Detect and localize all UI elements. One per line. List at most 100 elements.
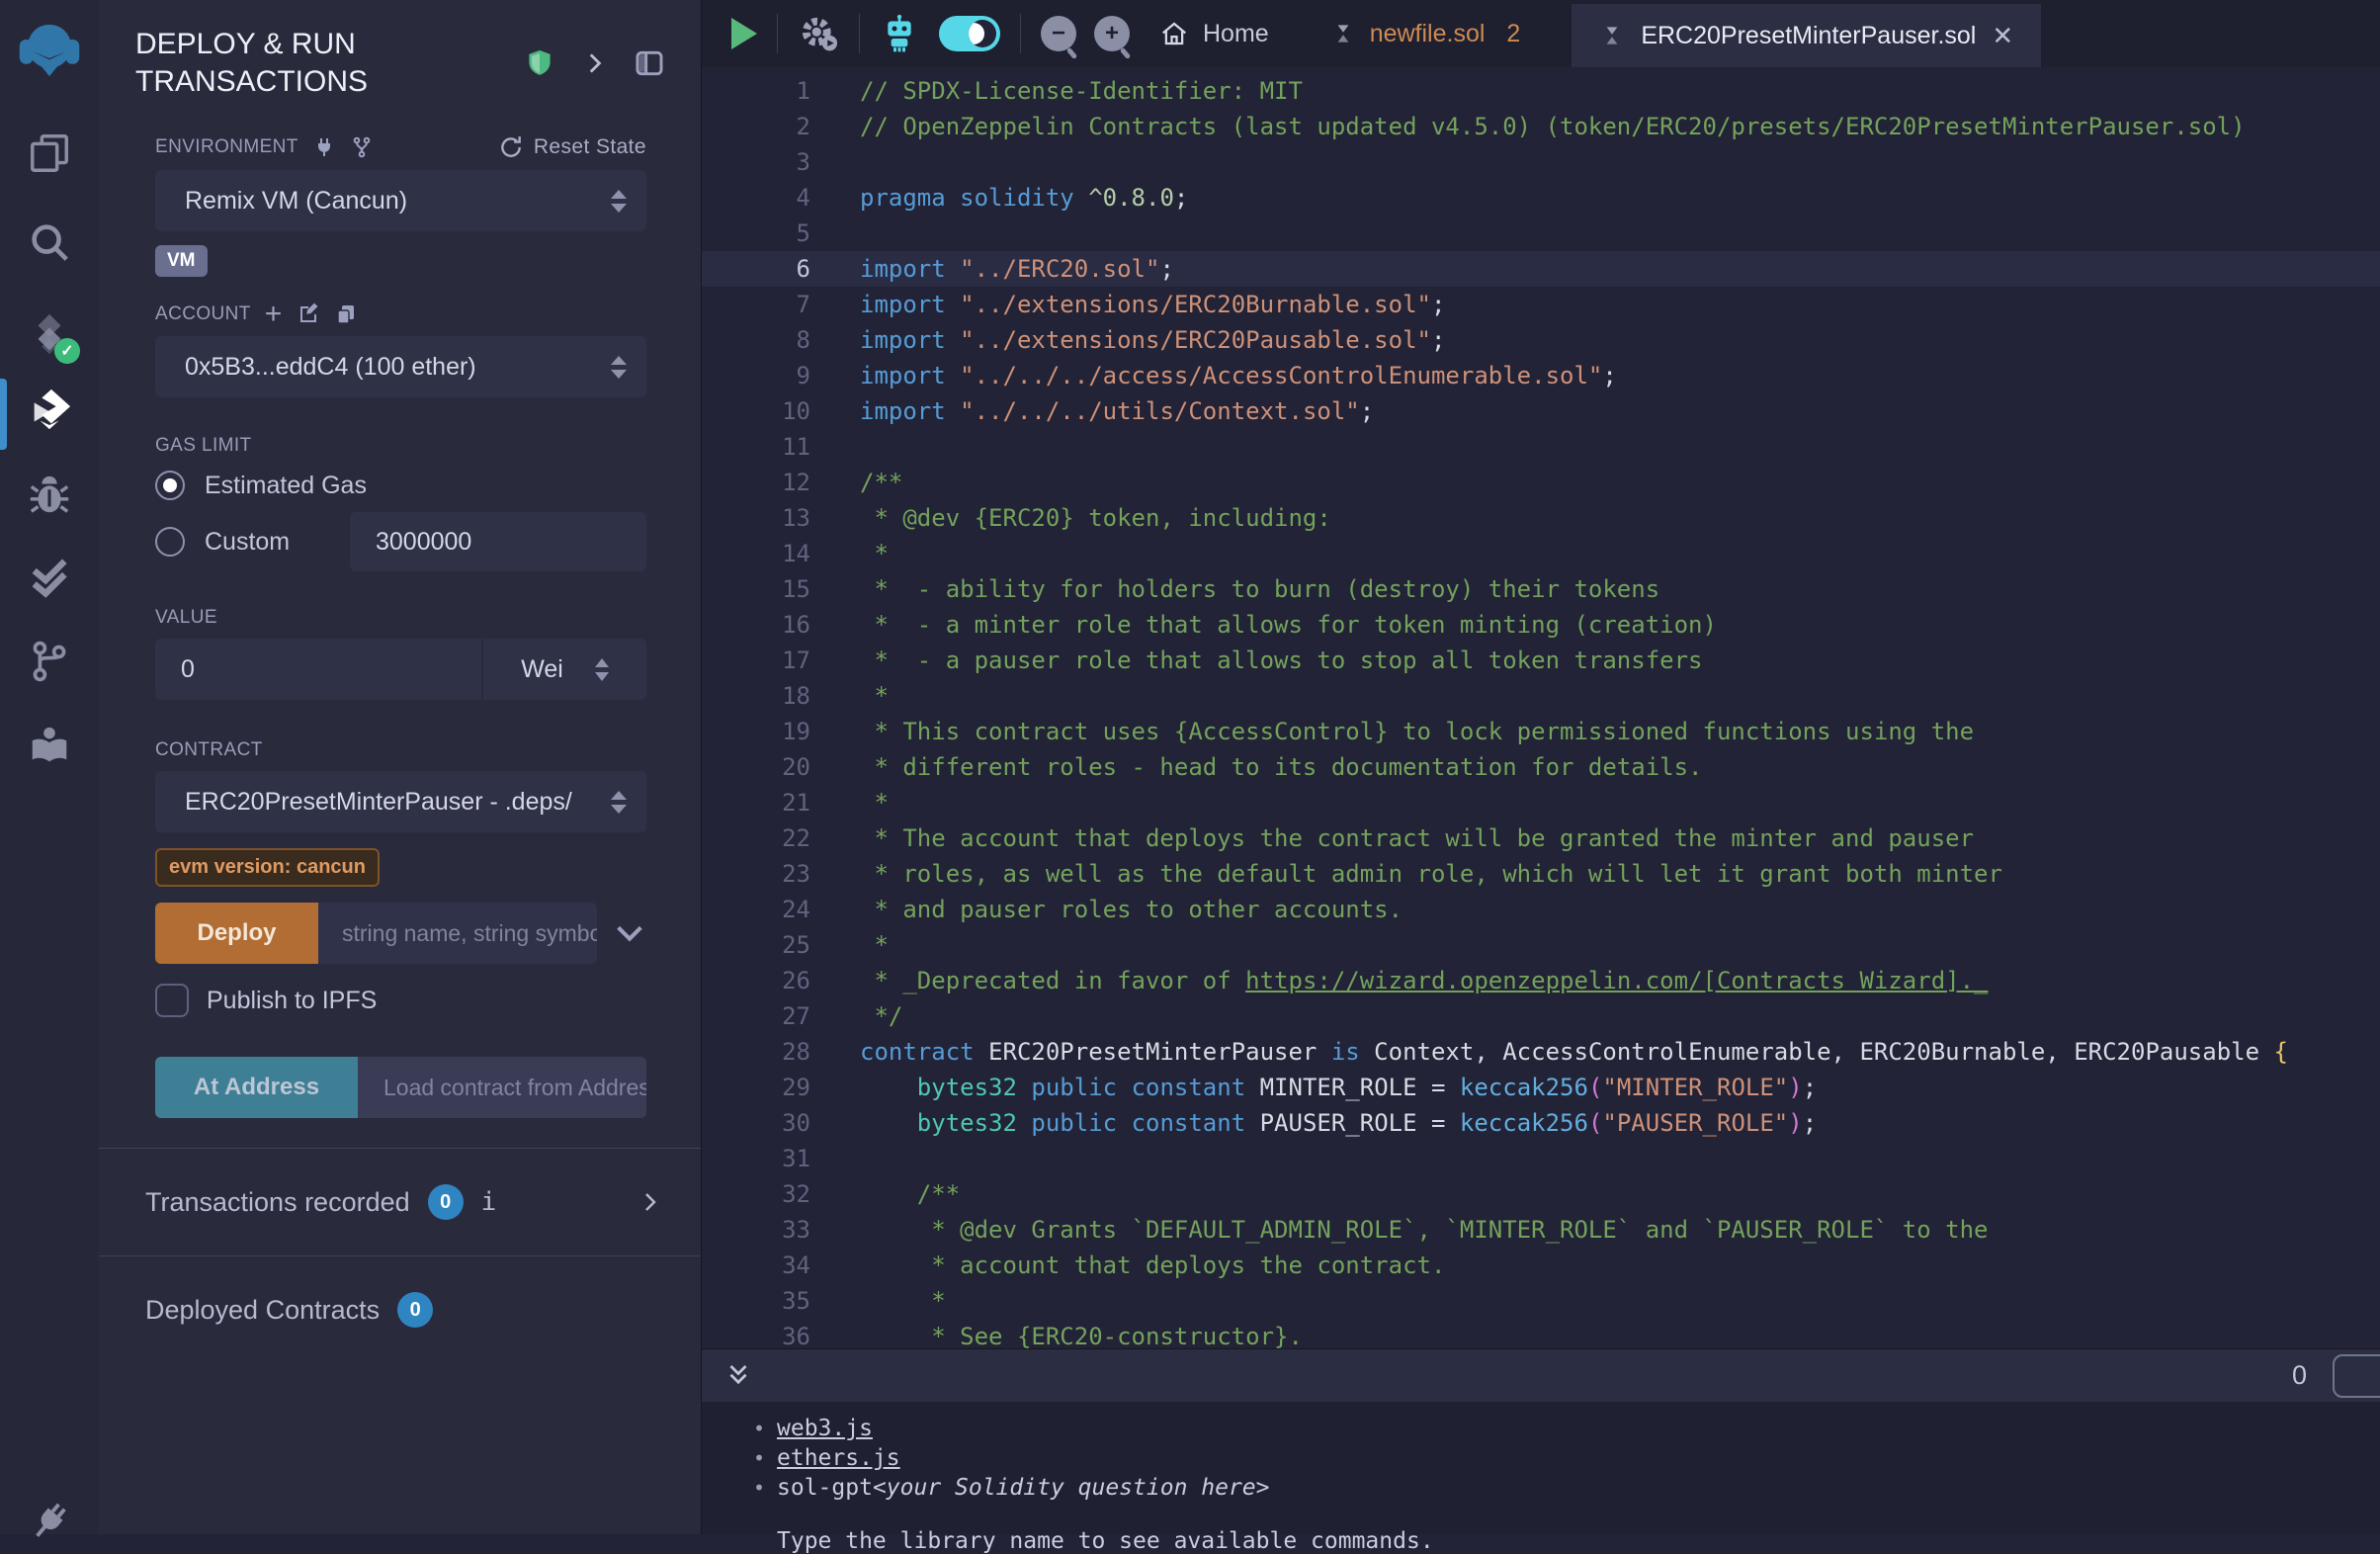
code-line-3[interactable]: 3	[702, 144, 2380, 180]
reset-state-button[interactable]: Reset State	[498, 134, 646, 160]
value-input[interactable]	[155, 639, 481, 700]
publish-ipfs-option[interactable]: Publish to IPFS	[155, 984, 646, 1017]
terminal-bar[interactable]: 0	[702, 1348, 2380, 1402]
deploy-button[interactable]: Deploy	[155, 903, 318, 964]
deployed-contracts-label: Deployed Contracts	[145, 1295, 380, 1326]
code-line-23[interactable]: 23 * roles, as well as the default admin…	[702, 856, 2380, 892]
tab-newfile[interactable]: newfile.sol 2	[1330, 20, 1521, 48]
code-line-16[interactable]: 16 * - a minter role that allows for tok…	[702, 607, 2380, 643]
code-line-34[interactable]: 34 * account that deploys the contract.	[702, 1248, 2380, 1283]
code-line-32[interactable]: 32 /**	[702, 1176, 2380, 1212]
run-script-icon[interactable]	[731, 18, 757, 49]
radio-unselected[interactable]	[155, 527, 185, 557]
fork-icon[interactable]	[350, 135, 374, 159]
script-config-icon[interactable]	[798, 13, 839, 54]
shield-icon[interactable]	[525, 48, 554, 78]
radio-selected[interactable]	[155, 471, 185, 500]
line-number: 21	[702, 785, 810, 820]
chevron-right-icon[interactable]	[638, 1190, 661, 1214]
contract-select[interactable]: ERC20PresetMinterPauser - .deps/	[155, 771, 646, 832]
code-line-11[interactable]: 11	[702, 429, 2380, 465]
code-line-20[interactable]: 20 * different roles - head to its docum…	[702, 749, 2380, 785]
code-line-22[interactable]: 22 * The account that deploys the contra…	[702, 820, 2380, 856]
git-icon[interactable]	[0, 639, 99, 684]
unit-testing-icon[interactable]	[0, 556, 99, 601]
code-line-30[interactable]: 30 bytes32 public constant PAUSER_ROLE =…	[702, 1105, 2380, 1141]
plus-icon[interactable]: +	[265, 304, 283, 324]
code-line-35[interactable]: 35 *	[702, 1283, 2380, 1319]
code-line-4[interactable]: 4pragma solidity ^0.8.0;	[702, 180, 2380, 216]
code-line-7[interactable]: 7import "../extensions/ERC20Burnable.sol…	[702, 287, 2380, 322]
zoom-in-icon[interactable]: +	[1094, 16, 1130, 51]
code-line-15[interactable]: 15 * - ability for holders to burn (dest…	[702, 571, 2380, 607]
code-line-8[interactable]: 8import "../extensions/ERC20Pausable.sol…	[702, 322, 2380, 358]
file-explorer-icon[interactable]	[0, 130, 99, 176]
solidity-compiler-icon[interactable]: ✓	[0, 312, 99, 358]
tab-home[interactable]: Home	[1159, 19, 1269, 48]
deployed-count-badge: 0	[397, 1292, 433, 1328]
bullet: •	[753, 1414, 777, 1443]
code-line-1[interactable]: 1// SPDX-License-Identifier: MIT	[702, 73, 2380, 109]
line-number: 32	[702, 1176, 810, 1212]
code-line-31[interactable]: 31	[702, 1141, 2380, 1176]
estimated-gas-option[interactable]: Estimated Gas	[155, 471, 646, 500]
ai-assistant-robot-icon[interactable]	[880, 14, 919, 53]
account-select[interactable]: 0x5B3...eddC4 (100 ether)	[155, 336, 646, 397]
line-number: 34	[702, 1248, 810, 1283]
info-icon[interactable]: i	[481, 1187, 497, 1217]
edit-icon[interactable]	[297, 302, 320, 326]
code-line-25[interactable]: 25 *	[702, 927, 2380, 963]
code-line-33[interactable]: 33 * @dev Grants `DEFAULT_ADMIN_ROLE`, `…	[702, 1212, 2380, 1248]
custom-gas-option[interactable]: Custom	[155, 512, 646, 571]
at-address-input[interactable]	[358, 1057, 646, 1118]
code-line-12[interactable]: 12/**	[702, 465, 2380, 500]
code-line-10[interactable]: 10import "../../../utils/Context.sol";	[702, 393, 2380, 429]
at-address-button[interactable]: At Address	[155, 1057, 358, 1118]
custom-gas-input[interactable]	[350, 512, 646, 571]
ethers-link[interactable]: ethers.js	[777, 1443, 900, 1473]
plug-icon[interactable]	[312, 135, 336, 159]
expand-constructor-icon[interactable]	[613, 916, 646, 950]
environment-select[interactable]: Remix VM (Cancun)	[155, 170, 646, 231]
terminal-search-box[interactable]	[2333, 1354, 2380, 1398]
plugin-manager-icon[interactable]	[0, 1499, 99, 1544]
transactions-recorded-row[interactable]: Transactions recorded 0 i	[99, 1149, 701, 1255]
chevron-right-icon[interactable]	[581, 50, 607, 76]
deployed-contracts-row[interactable]: Deployed Contracts 0	[99, 1256, 701, 1363]
deploy-and-run-icon[interactable]	[0, 388, 99, 433]
remix-logo-icon[interactable]	[0, 18, 99, 83]
code-line-19[interactable]: 19 * This contract uses {AccessControl} …	[702, 714, 2380, 749]
code-line-28[interactable]: 28contract ERC20PresetMinterPauser is Co…	[702, 1034, 2380, 1070]
code-line-29[interactable]: 29 bytes32 public constant MINTER_ROLE =…	[702, 1070, 2380, 1105]
code-line-17[interactable]: 17 * - a pauser role that allows to stop…	[702, 643, 2380, 678]
code-line-5[interactable]: 5	[702, 216, 2380, 251]
value-unit-select[interactable]: Wei	[483, 639, 646, 700]
code-editor[interactable]: 1// SPDX-License-Identifier: MIT2// Open…	[702, 67, 2380, 1354]
code-line-14[interactable]: 14 *	[702, 536, 2380, 571]
layout-columns-icon[interactable]	[634, 47, 665, 79]
code-line-18[interactable]: 18 *	[702, 678, 2380, 714]
copy-icon[interactable]	[334, 302, 358, 326]
ai-toggle-on[interactable]	[939, 16, 1000, 51]
code-line-27[interactable]: 27 */	[702, 998, 2380, 1034]
code-line-6[interactable]: 6import "../ERC20.sol";	[702, 251, 2380, 287]
publish-ipfs-checkbox[interactable]	[155, 984, 189, 1017]
web3-link[interactable]: web3.js	[777, 1414, 873, 1443]
tab-active-file[interactable]: ERC20PresetMinterPauser.sol ✕	[1572, 4, 2041, 67]
debugger-icon[interactable]	[0, 473, 99, 518]
code-line-26[interactable]: 26 * _Deprecated in favor of https://wiz…	[702, 963, 2380, 998]
tab-badge: 2	[1506, 20, 1520, 48]
code-line-2[interactable]: 2// OpenZeppelin Contracts (last updated…	[702, 109, 2380, 144]
code-line-13[interactable]: 13 * @dev {ERC20} token, including:	[702, 500, 2380, 536]
line-number: 33	[702, 1212, 810, 1248]
close-tab-icon[interactable]: ✕	[1992, 21, 2013, 51]
terminal[interactable]: • web3.js • ethers.js • sol-gpt <your So…	[702, 1402, 2380, 1534]
zoom-out-icon[interactable]: −	[1041, 16, 1076, 51]
code-line-21[interactable]: 21 *	[702, 785, 2380, 820]
learneth-icon[interactable]	[0, 724, 99, 769]
chevrons-down-icon[interactable]	[723, 1361, 753, 1391]
code-line-9[interactable]: 9import "../../../access/AccessControlEn…	[702, 358, 2380, 393]
code-line-24[interactable]: 24 * and pauser roles to other accounts.	[702, 892, 2380, 927]
search-icon[interactable]	[0, 219, 99, 265]
constructor-args-input[interactable]	[318, 903, 597, 964]
